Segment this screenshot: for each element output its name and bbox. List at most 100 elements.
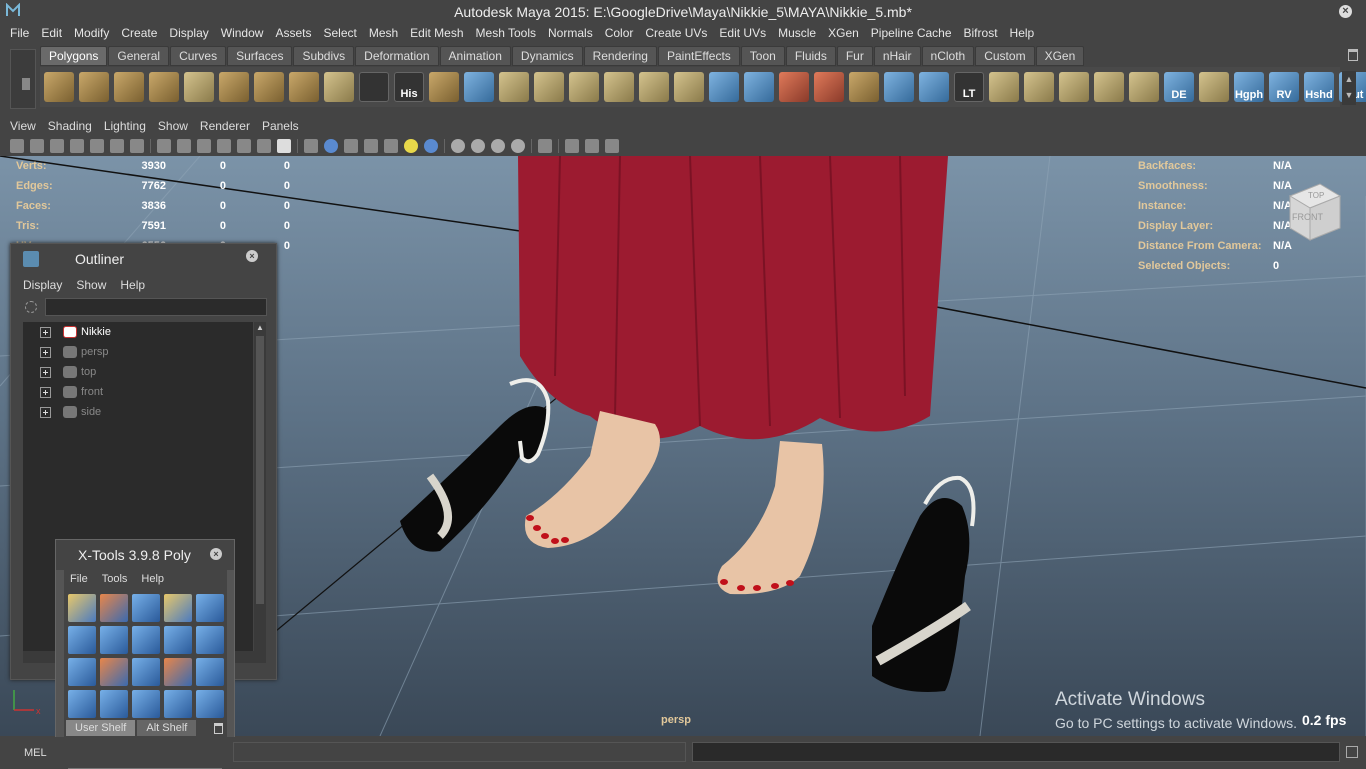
menu-display[interactable]: Display — [163, 26, 214, 40]
poly-pyramid-icon[interactable] — [254, 72, 284, 102]
spherical-map-icon[interactable] — [1059, 72, 1089, 102]
outliner-menu-help[interactable]: Help — [120, 278, 145, 292]
insert-edge-loop-icon[interactable] — [674, 72, 704, 102]
mel-label[interactable]: MEL — [24, 747, 47, 759]
paint-icon[interactable] — [130, 138, 144, 153]
xtools-menu-file[interactable]: File — [70, 573, 88, 585]
expand-icon[interactable] — [40, 326, 51, 338]
script-editor-icon[interactable] — [1346, 746, 1358, 758]
bevel-icon[interactable] — [709, 72, 739, 102]
view-cube[interactable]: TOP FRONT — [1282, 174, 1344, 244]
xtool-icon[interactable] — [100, 690, 128, 718]
bookmarks-icon[interactable] — [50, 138, 64, 153]
merge-icon[interactable] — [744, 72, 774, 102]
shelf-tab-polygons[interactable]: Polygons — [40, 46, 108, 66]
shelf-scrollbar[interactable]: ▲ ▼ — [1342, 71, 1356, 105]
outliner-vertical-scrollbar[interactable]: ▲ — [254, 322, 266, 656]
poly-pipe-icon[interactable] — [289, 72, 319, 102]
xtool-icon[interactable] — [132, 690, 160, 718]
panel-menu-lighting[interactable]: Lighting — [98, 119, 152, 133]
poly-cube-icon[interactable] — [79, 72, 109, 102]
wireframe-icon[interactable] — [304, 138, 318, 153]
shelf-tab-ncloth[interactable]: nCloth — [921, 46, 975, 66]
menu-normals[interactable]: Normals — [542, 26, 599, 40]
menu-create[interactable]: Create — [115, 26, 163, 40]
resolution-gate-icon[interactable] — [197, 138, 211, 153]
outliner-item-side[interactable]: side — [23, 402, 253, 422]
safe-title-icon[interactable] — [257, 138, 271, 153]
outliner-header[interactable]: Outliner × — [11, 244, 276, 274]
panel-menu-panels[interactable]: Panels — [256, 119, 305, 133]
xtool-icon[interactable] — [164, 594, 192, 622]
xtools-header[interactable]: X-Tools 3.9.8 Poly × — [56, 540, 234, 570]
panel-menu-renderer[interactable]: Renderer — [194, 119, 256, 133]
outliner-menu-show[interactable]: Show — [76, 278, 106, 292]
shelf-tab-toon[interactable]: Toon — [740, 46, 785, 66]
gate-mask-icon[interactable] — [217, 138, 231, 153]
shelf-tab-deformation[interactable]: Deformation — [355, 46, 439, 66]
text-icon[interactable] — [277, 138, 291, 153]
shelf-tab-rendering[interactable]: Rendering — [583, 46, 657, 66]
lattice-tool-icon[interactable]: LT — [954, 72, 984, 102]
motion-blur-icon[interactable] — [471, 138, 485, 153]
poly-sphere-icon[interactable] — [44, 72, 74, 102]
xray-icon[interactable] — [565, 138, 579, 153]
scroll-thumb[interactable] — [256, 336, 264, 604]
menu-file[interactable]: File — [4, 26, 35, 40]
append-polygon-icon[interactable] — [604, 72, 634, 102]
safe-action-icon[interactable] — [110, 138, 124, 153]
shelf-tab-subdivs[interactable]: Subdivs — [293, 46, 355, 66]
menu-pipeline-cache[interactable]: Pipeline Cache — [865, 26, 958, 40]
outliner-item-top[interactable]: top — [23, 362, 253, 382]
xtool-icon[interactable] — [132, 594, 160, 622]
xtool-icon[interactable] — [100, 658, 128, 686]
menu-edit-mesh[interactable]: Edit Mesh — [404, 26, 469, 40]
command-input[interactable] — [233, 742, 686, 762]
shelf-tab-nhair[interactable]: nHair — [873, 46, 921, 66]
xtool-icon[interactable] — [164, 690, 192, 718]
chevron-down-icon[interactable]: ▼ — [1342, 87, 1356, 103]
close-icon[interactable]: × — [1339, 5, 1352, 18]
menu-color[interactable]: Color — [599, 26, 640, 40]
shelf-tab-surfaces[interactable]: Surfaces — [227, 46, 293, 66]
panel-menu-view[interactable]: View — [4, 119, 42, 133]
rotate-manip-icon[interactable] — [884, 72, 914, 102]
xtool-icon[interactable] — [100, 626, 128, 654]
planar-map-icon[interactable] — [989, 72, 1019, 102]
outliner-item-front[interactable]: front — [23, 382, 253, 402]
tab-user-shelf[interactable]: User Shelf — [66, 720, 136, 736]
lights-icon[interactable] — [404, 138, 418, 153]
poly-plane-icon[interactable] — [184, 72, 214, 102]
shelf-grip-handle[interactable] — [10, 49, 36, 109]
split-polygon-icon[interactable] — [639, 72, 669, 102]
chevron-up-icon[interactable]: ▲ — [254, 322, 266, 334]
history-icon[interactable]: His — [394, 72, 424, 102]
wireframe-on-shaded-icon[interactable] — [344, 138, 358, 153]
field-chart-icon[interactable] — [237, 138, 251, 153]
paint-select-icon[interactable] — [814, 72, 844, 102]
shadows-icon[interactable] — [424, 138, 438, 153]
bridge-icon[interactable] — [569, 72, 599, 102]
image-plane-icon[interactable] — [70, 138, 84, 153]
menu-edit-uvs[interactable]: Edit UVs — [713, 26, 772, 40]
hypergraph-icon[interactable]: Hgph — [1234, 72, 1264, 102]
hypershade-icon[interactable]: Hshd — [1304, 72, 1334, 102]
auto-map-icon[interactable] — [1094, 72, 1124, 102]
xtool-icon[interactable] — [164, 626, 192, 654]
panel-menu-show[interactable]: Show — [152, 119, 194, 133]
trash-icon[interactable] — [214, 723, 223, 734]
xray-joints-icon[interactable] — [585, 138, 599, 153]
menu-window[interactable]: Window — [215, 26, 270, 40]
close-icon[interactable]: × — [246, 250, 258, 262]
menu-help[interactable]: Help — [1004, 26, 1041, 40]
select-camera-icon[interactable] — [10, 138, 24, 153]
xray-components-icon[interactable] — [605, 138, 619, 153]
menu-select[interactable]: Select — [317, 26, 362, 40]
shelf-tab-fur[interactable]: Fur — [836, 46, 873, 66]
xtool-icon[interactable] — [132, 626, 160, 654]
camera-attributes-icon[interactable] — [30, 138, 44, 153]
menu-xgen[interactable]: XGen — [822, 26, 865, 40]
xtool-icon[interactable] — [196, 594, 224, 622]
xtool-icon[interactable] — [196, 690, 224, 718]
menu-muscle[interactable]: Muscle — [772, 26, 822, 40]
